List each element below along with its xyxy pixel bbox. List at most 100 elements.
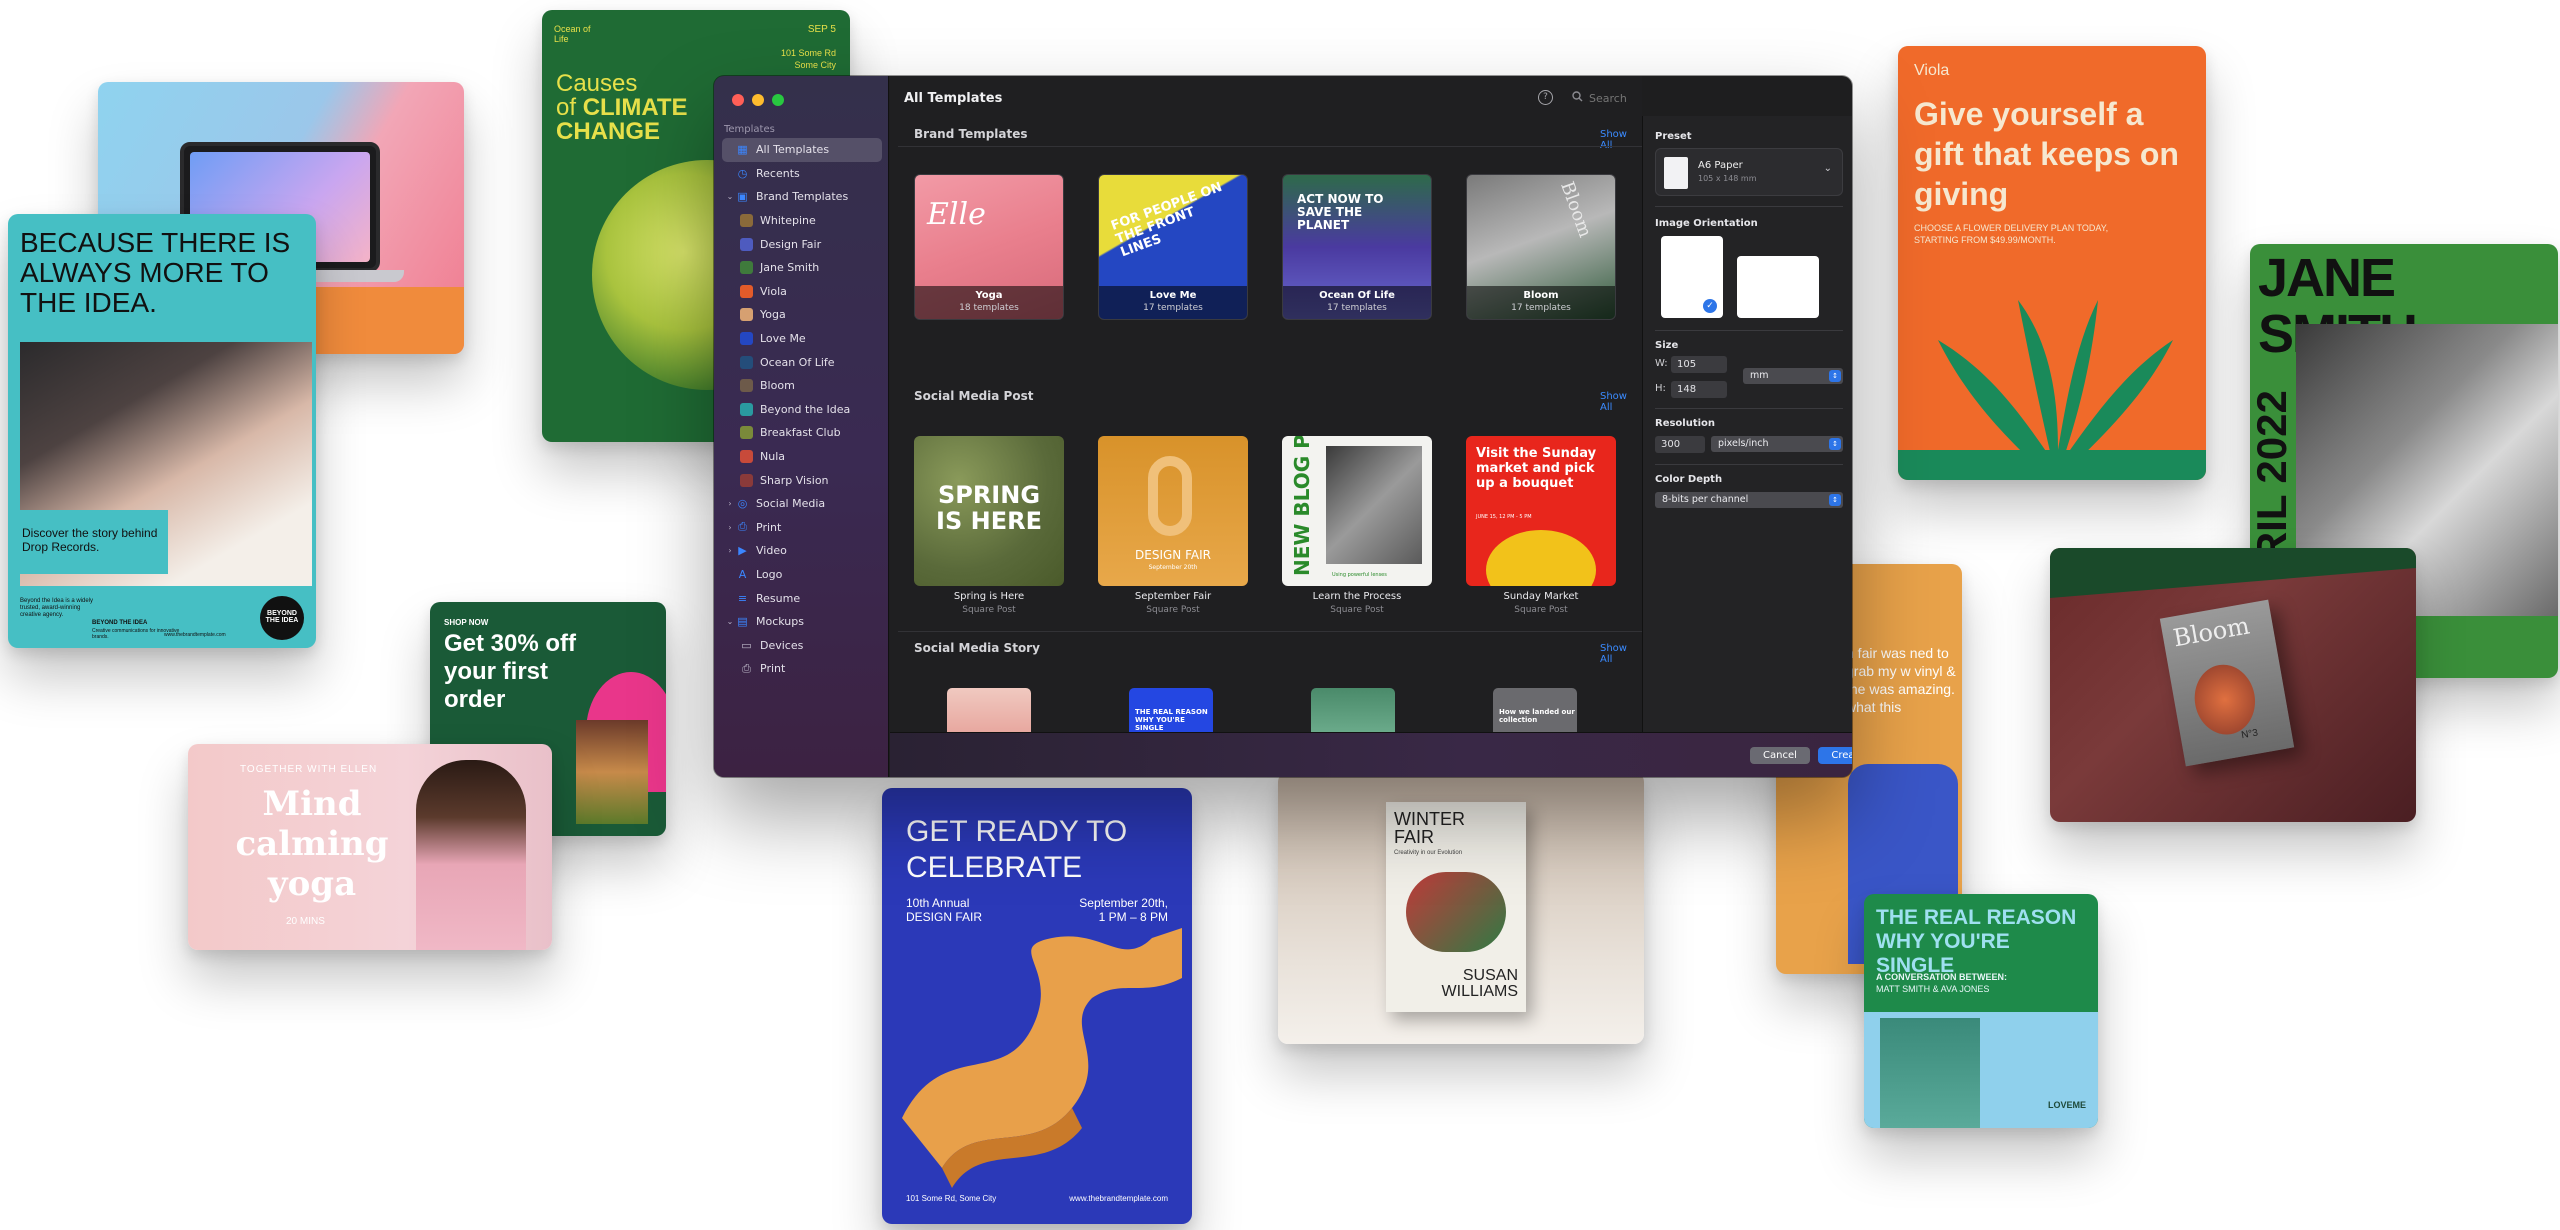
cancel-button[interactable]: Cancel xyxy=(1750,747,1810,764)
card-site: www.thebrandtemplate.com xyxy=(1069,1194,1168,1203)
social-post-caption: Spring is Here Square Post xyxy=(914,591,1064,615)
close-button[interactable] xyxy=(732,94,744,106)
template-count: 17 templates xyxy=(1143,303,1203,313)
resolution-input[interactable]: 300 xyxy=(1655,436,1705,453)
width-input[interactable]: 105 xyxy=(1671,356,1727,373)
sidebar-item-social-media[interactable]: › ◎ Social Media xyxy=(722,492,882,516)
create-button[interactable]: Create xyxy=(1818,747,1852,764)
sidebar-item-print[interactable]: › ⎙ Print xyxy=(722,516,882,540)
check-icon: ✓ xyxy=(1703,299,1717,313)
paper-icon xyxy=(1664,157,1688,189)
mockups-icon: ▤ xyxy=(737,615,748,629)
template-name: Sunday Market xyxy=(1503,591,1579,602)
brand-template-card[interactable]: Elle Yoga 18 templates xyxy=(914,174,1064,320)
social-post-thumbnail[interactable]: DESIGN FAIR September 20th xyxy=(1098,436,1248,586)
sidebar-item-label: All Templates xyxy=(756,143,830,157)
social-story-thumbnail[interactable]: How we landed our collection xyxy=(1493,688,1577,732)
thumbnail-subtext: September 20th xyxy=(1148,564,1198,571)
card-headline: Get 30% off your first order xyxy=(444,630,577,713)
template-caption: Ocean Of Life 17 templates xyxy=(1283,286,1431,319)
portrait-orientation-option[interactable]: ✓ xyxy=(1661,236,1723,318)
ribbon-shape xyxy=(1148,456,1192,536)
search-field[interactable] xyxy=(1572,88,1832,108)
sidebar-item-love-me[interactable]: Love Me xyxy=(722,327,882,351)
chevron-right-icon[interactable]: › xyxy=(724,523,736,532)
landscape-orientation-option[interactable] xyxy=(1737,256,1819,318)
card-title: Mind calming yoga xyxy=(235,784,389,904)
sidebar-item-print[interactable]: ⎙ Print xyxy=(722,657,882,681)
show-all-social-post-link[interactable]: Show All xyxy=(1600,391,1642,413)
resolution-unit-select[interactable]: pixels/inch ↕ xyxy=(1711,436,1843,452)
zoom-button[interactable] xyxy=(772,94,784,106)
help-icon[interactable]: ? xyxy=(1538,90,1553,105)
stepper-icon: ↕ xyxy=(1829,438,1841,450)
leaf-graphic xyxy=(1898,300,2206,480)
divider xyxy=(1655,330,1843,331)
sidebar-item-label: Brand Templates xyxy=(756,190,849,204)
height-label: H: xyxy=(1655,383,1666,394)
sidebar-item-ocean-of-life[interactable]: Ocean Of Life xyxy=(722,350,882,374)
brand-template-card[interactable]: Bloom Bloom 17 templates xyxy=(1466,174,1616,320)
sidebar-item-label: Yoga xyxy=(760,308,786,322)
sidebar-item-jane-smith[interactable]: Jane Smith xyxy=(722,256,882,280)
sidebar-item-yoga[interactable]: Yoga xyxy=(722,303,882,327)
minimize-button[interactable] xyxy=(752,94,764,106)
chevron-right-icon[interactable]: › xyxy=(724,499,736,508)
template-name: Yoga xyxy=(975,290,1003,301)
social-post-thumbnail[interactable]: SPRING IS HERE xyxy=(914,436,1064,586)
sidebar-item-label: Ocean Of Life xyxy=(760,355,835,369)
sidebar-item-nula[interactable]: Nula xyxy=(722,445,882,469)
chevron-right-icon[interactable]: › xyxy=(724,546,736,555)
sidebar-item-sharp-vision[interactable]: Sharp Vision xyxy=(722,468,882,492)
thumbnail-subtext: Using powerful lenses xyxy=(1332,572,1387,578)
template-thumbnail-icon xyxy=(740,237,753,251)
window-controls xyxy=(732,94,784,106)
card-headline: BECAUSE THERE IS ALWAYS MORE TO THE IDEA… xyxy=(20,227,291,318)
social-story-thumbnail[interactable] xyxy=(1311,688,1395,732)
template-caption: Bloom 17 templates xyxy=(1467,286,1615,319)
thumbnail-text: SPRING IS HERE xyxy=(936,481,1042,535)
search-input[interactable] xyxy=(1589,91,1789,105)
chevron-down-icon[interactable]: ⌄ xyxy=(724,192,736,201)
brand-template-card[interactable]: FOR PEOPLE ON THE FRONT LINES Love Me 17 t… xyxy=(1098,174,1248,320)
sidebar-item-label: Social Media xyxy=(756,497,826,511)
sidebar-item-label: Bloom xyxy=(760,379,795,393)
preset-select[interactable]: A6 Paper 105 x 148 mm ⌄ xyxy=(1655,148,1843,196)
sidebar-item-beyond-the-idea[interactable]: Beyond the Idea xyxy=(722,398,882,422)
card-names: MATT SMITH & AVA JONES xyxy=(1876,984,1990,994)
sidebar-item-breakfast-club[interactable]: Breakfast Club xyxy=(722,421,882,445)
social-story-thumbnail[interactable] xyxy=(947,688,1031,732)
yoga-person xyxy=(416,760,526,950)
sidebar-item-whitepine[interactable]: Whitepine xyxy=(722,209,882,233)
color-depth-select[interactable]: 8-bits per channel ↕ xyxy=(1655,492,1843,508)
section-divider xyxy=(898,146,1642,147)
show-all-brand-link[interactable]: Show All xyxy=(1600,129,1642,151)
social-story-thumbnail[interactable]: THE REAL REASON WHY YOU'RE SINGLE xyxy=(1129,688,1213,732)
template-count: 17 templates xyxy=(1511,303,1571,313)
height-input[interactable]: 148 xyxy=(1671,381,1727,398)
sidebar-item-all-templates[interactable]: ▦ All Templates xyxy=(722,138,882,162)
chevron-down-icon[interactable]: ⌄ xyxy=(724,617,736,626)
card-brand: Viola xyxy=(1914,62,1950,79)
unit-select[interactable]: mm ↕ xyxy=(1743,368,1843,384)
sidebar-item-video[interactable]: › ▶ Video xyxy=(722,539,882,563)
sidebar-item-brand-templates[interactable]: ⌄ ▣ Brand Templates xyxy=(722,185,882,209)
sidebar-item-viola[interactable]: Viola xyxy=(722,280,882,304)
sidebar-item-design-fair[interactable]: Design Fair xyxy=(722,232,882,256)
section-divider xyxy=(898,631,1642,632)
card-title: THE REAL REASON WHY YOU'RE SINGLE xyxy=(1876,906,2077,977)
brand-template-card[interactable]: ACT NOW TO SAVE THE PLANET Ocean Of Life 1… xyxy=(1282,174,1432,320)
sidebar-item-bloom[interactable]: Bloom xyxy=(722,374,882,398)
sidebar-item-mockups[interactable]: ⌄ ▤ Mockups xyxy=(722,610,882,634)
sidebar-item-resume[interactable]: ≡ Resume xyxy=(722,586,882,610)
social-post-thumbnail[interactable]: Visit the Sunday market and pick up a bo… xyxy=(1466,436,1616,586)
template-type: Square Post xyxy=(962,605,1016,615)
sidebar-item-logo[interactable]: A Logo xyxy=(722,563,882,587)
sidebar-item-recents[interactable]: ◷ Recents xyxy=(722,162,882,186)
sidebar-item-devices[interactable]: ▭ Devices xyxy=(722,633,882,657)
social-post-thumbnail[interactable]: NEW BLOG POST Using powerful lenses xyxy=(1282,436,1432,586)
preset-name: A6 Paper xyxy=(1698,160,1743,171)
template-thumbnail-icon xyxy=(740,450,753,464)
card-subtitle: A CONVERSATION BETWEEN: xyxy=(1876,972,2008,982)
show-all-social-story-link[interactable]: Show All xyxy=(1600,643,1642,665)
